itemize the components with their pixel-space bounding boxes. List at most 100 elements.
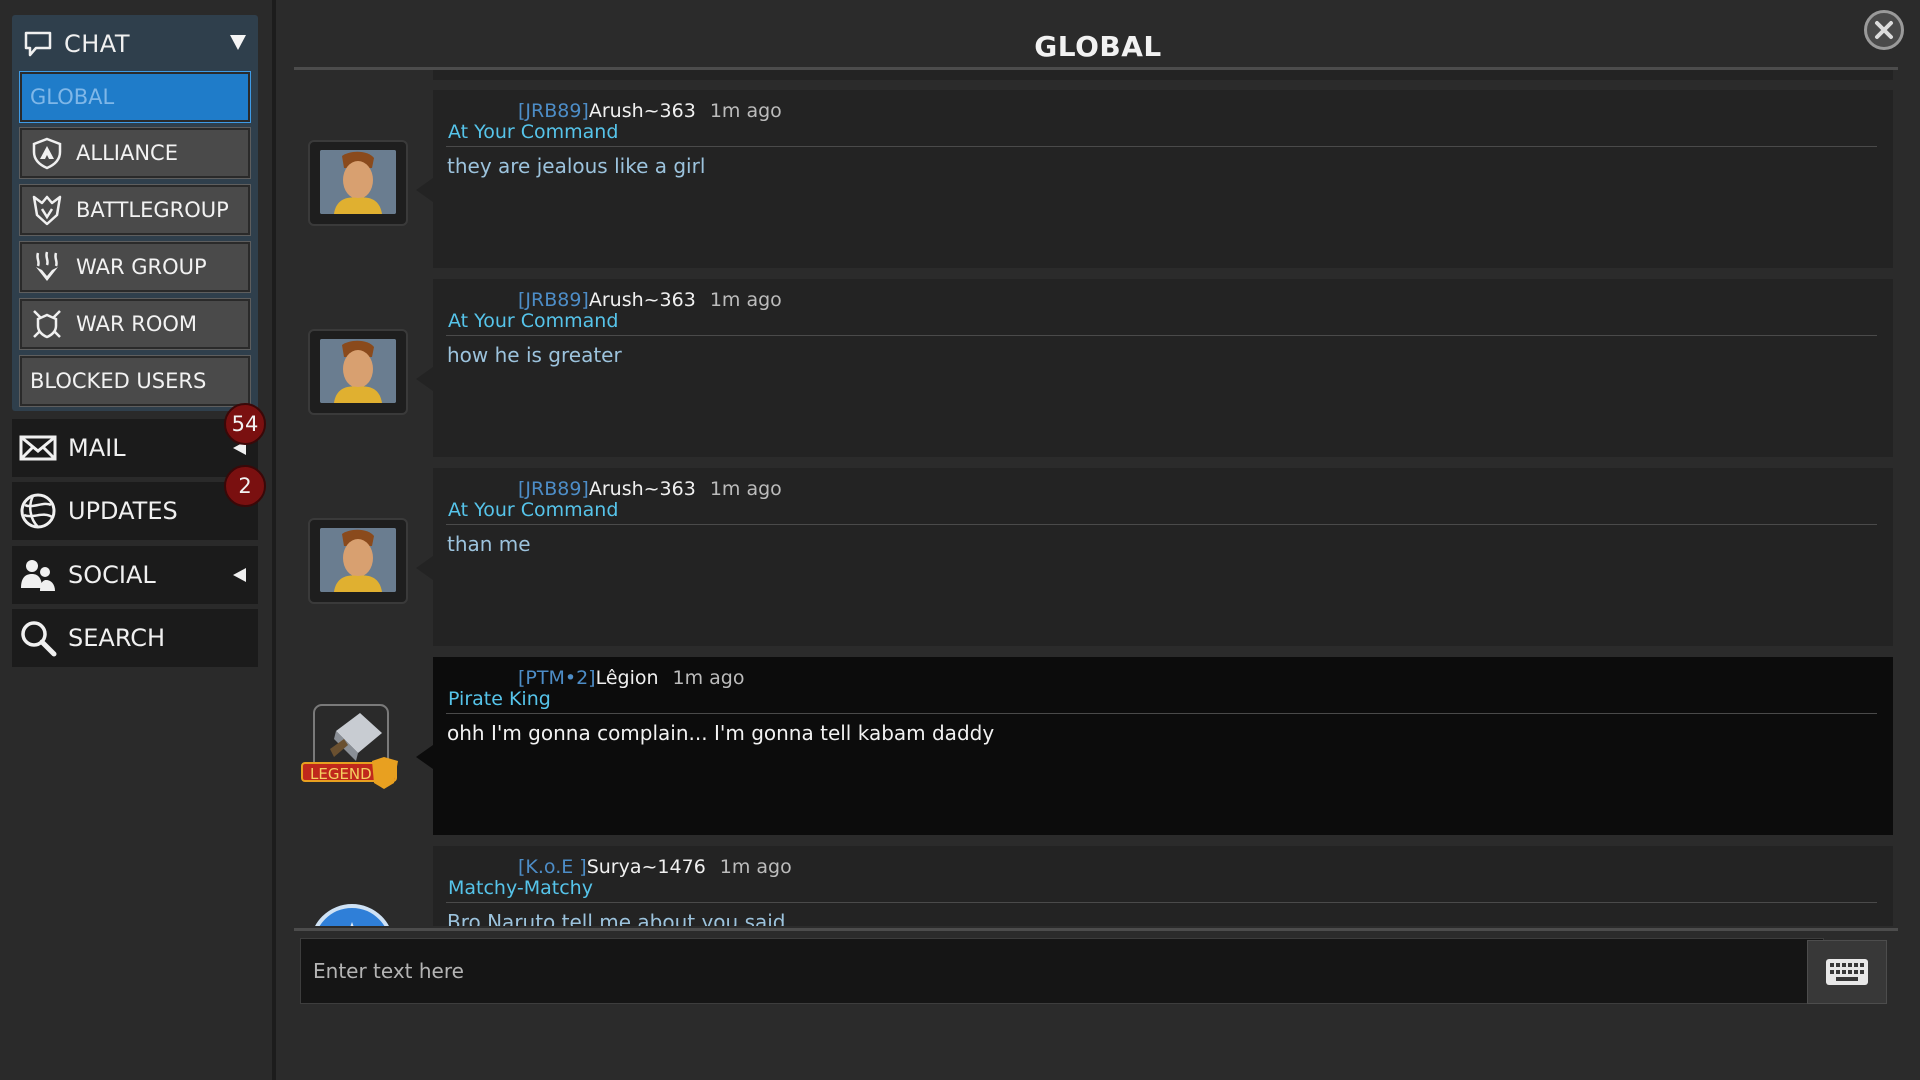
search-icon [21,621,57,657]
timestamp: 1m ago [709,478,782,500]
nav-social-label: SOCIAL [68,561,156,589]
page-title: GLOBAL [1034,30,1162,63]
globe-icon [20,493,56,529]
hero-portrait-icon [320,150,396,214]
chat-message: [JRB89]Arush~363 1m ago At Your Command t… [276,90,1920,268]
channel-blocked-users[interactable]: BLOCKED USERS [19,355,251,407]
alliance-tag[interactable]: [JRB89] [518,478,589,500]
chat-header[interactable]: CHAT [12,15,258,73]
alliance-tag[interactable]: [JRB89] [518,289,589,311]
chat-message: [K.o.E ]Surya~1476 1m ago Matchy-Matchy B… [276,846,1920,926]
divider [446,524,1877,525]
battlegroup-icon [32,195,62,226]
avatar[interactable]: LEGEND [301,704,408,793]
message-bubble: [JRB89]Arush~363 1m ago At Your Command t… [433,468,1893,646]
nav-search[interactable]: SEARCH [12,609,258,667]
divider [446,335,1877,336]
message-text: than me [447,532,531,556]
war-room-icon [33,310,61,339]
channel-war-room[interactable]: WAR ROOM [19,298,251,350]
alliance-tag[interactable]: [K.o.E ] [518,856,587,878]
chat-message: [JRB89]Arush~363 1m ago At Your Command t… [276,468,1920,646]
mail-count-badge: 54 [224,403,266,445]
message-meta: [K.o.E ]Surya~1476 1m ago [518,856,792,878]
message-meta: [PTM•2]Lêgion 1m ago [518,667,745,689]
chat-input-box [300,938,1824,1004]
message-bubble: [PTM•2]Lêgion 1m ago Pirate King ohh I'm … [433,657,1893,835]
player-title: Matchy-Matchy [448,877,593,899]
username[interactable]: Arush~363 [589,289,696,311]
channel-war-group[interactable]: WAR GROUP [19,241,251,293]
message-text: how he is greater [447,343,622,367]
timestamp: 1m ago [672,667,745,689]
divider [446,713,1877,714]
social-people-icon [21,560,55,591]
alliance-tag[interactable]: [PTM•2] [518,667,596,689]
avatar[interactable] [308,518,408,604]
previous-message-edge [433,70,1893,80]
channel-battlegroup[interactable]: BATTLEGROUP [19,184,251,236]
channel-label: WAR ROOM [76,312,198,336]
message-text: Bro Naruto tell me about you said [447,910,786,926]
message-meta: [JRB89]Arush~363 1m ago [518,100,782,122]
player-title: At Your Command [448,499,619,521]
hero-portrait-icon [320,339,396,403]
message-bubble: [K.o.E ]Surya~1476 1m ago Matchy-Matchy B… [433,846,1893,926]
keyboard-button[interactable] [1807,940,1887,1004]
username[interactable]: Arush~363 [589,478,696,500]
channel-label: WAR GROUP [76,255,207,279]
nav-updates-label: UPDATES [68,497,178,525]
timestamp: 1m ago [719,856,792,878]
username[interactable]: Surya~1476 [587,856,706,878]
chat-message: LEGEND [PTM•2]Lêgion 1m ago Pirate King o… [276,657,1920,835]
bubble-pointer [416,178,433,202]
message-meta: [JRB89]Arush~363 1m ago [518,478,782,500]
alliance-tag[interactable]: [JRB89] [518,100,589,122]
nav-updates[interactable]: UPDATES [12,482,258,540]
chat-bubble-icon [24,31,52,57]
keyboard-icon [1826,959,1868,985]
channel-global[interactable]: GLOBAL [19,71,251,123]
message-meta: [JRB89]Arush~363 1m ago [518,289,782,311]
username[interactable]: Arush~363 [589,100,696,122]
updates-count-badge: 2 [224,465,266,507]
close-icon [1875,21,1893,39]
close-button[interactable] [1864,10,1904,50]
chat-main: GLOBAL [JRB89]Arush~363 1m ago At Your C… [276,0,1920,1080]
alliance-shield-icon [32,137,62,170]
player-title: At Your Command [448,121,619,143]
war-group-icon [36,251,58,281]
chevron-down-icon [230,35,246,50]
channel-alliance[interactable]: ALLIANCE [19,127,251,179]
message-bubble: [JRB89]Arush~363 1m ago At Your Command t… [433,90,1893,268]
sidebar: CHAT GLOBAL ALLIANCE BATTLEGROUP WAR GRO… [0,0,276,1080]
channel-label: BATTLEGROUP [76,198,229,222]
bubble-pointer [416,367,433,391]
avatar[interactable] [308,896,408,926]
nav-mail[interactable]: MAIL [12,419,258,477]
username[interactable]: Lêgion [596,667,659,689]
player-title: Pirate King [448,688,551,710]
chat-header-label: CHAT [64,30,131,58]
timestamp: 1m ago [709,100,782,122]
bubble-pointer [416,745,433,769]
globe-portrait-icon [315,904,389,926]
message-bubble: [JRB89]Arush~363 1m ago At Your Command h… [433,279,1893,457]
avatar[interactable] [308,329,408,415]
nav-search-label: SEARCH [68,624,166,652]
timestamp: 1m ago [709,289,782,311]
avatar[interactable] [308,140,408,226]
chat-panel: CHAT GLOBAL ALLIANCE BATTLEGROUP WAR GRO… [12,15,258,411]
chat-text-input[interactable] [311,940,1823,1002]
channel-label: GLOBAL [30,85,115,109]
nav-social[interactable]: SOCIAL [12,546,258,604]
message-feed[interactable]: [JRB89]Arush~363 1m ago At Your Command t… [276,70,1920,926]
divider [446,902,1877,903]
chat-message: [JRB89]Arush~363 1m ago At Your Command h… [276,279,1920,457]
chevron-left-icon [233,568,246,582]
mail-envelope-icon [19,435,57,461]
hero-portrait-icon [320,528,396,592]
message-text: they are jealous like a girl [447,154,706,178]
player-title: At Your Command [448,310,619,332]
nav-mail-label: MAIL [68,434,126,462]
